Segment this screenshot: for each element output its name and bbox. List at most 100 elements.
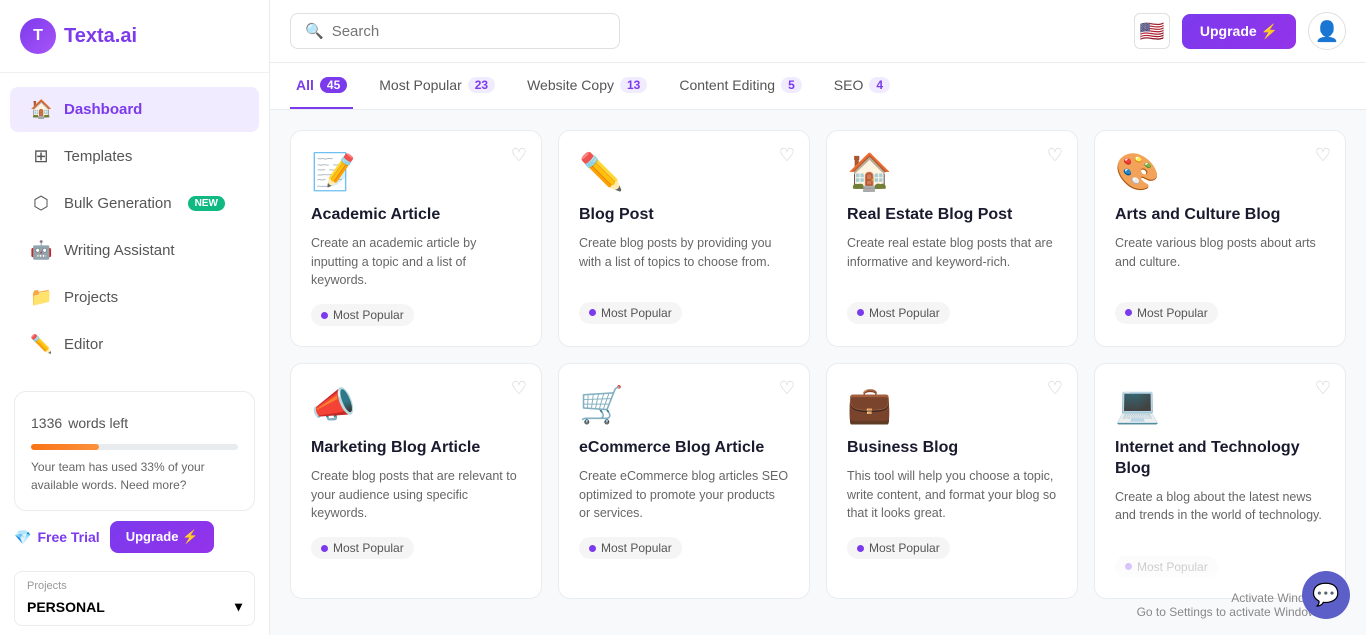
card-real-estate-blog-post[interactable]: ♡ 🏠 Real Estate Blog Post Create real es… (826, 130, 1078, 347)
badge-dot (321, 312, 328, 319)
badge-dot (1125, 309, 1132, 316)
card-desc: Create a blog about the latest news and … (1115, 488, 1325, 542)
progress-bar-fill (31, 444, 99, 450)
heart-icon[interactable]: ♡ (511, 378, 527, 399)
card-title: Blog Post (579, 205, 789, 226)
chat-button[interactable]: 💬 (1302, 571, 1350, 619)
logo-icon: T (20, 18, 56, 54)
sidebar-item-bulk-generation[interactable]: ⬡ Bulk Generation NEW (10, 181, 259, 226)
projects-icon: 📁 (30, 287, 52, 308)
card-desc: Create various blog posts about arts and… (1115, 234, 1325, 288)
tab-seo[interactable]: SEO 4 (828, 63, 896, 109)
tab-count-content-editing: 5 (781, 77, 802, 93)
writing-icon: 🤖 (30, 240, 52, 261)
projects-dropdown[interactable]: Projects PERSONAL ▾ (14, 571, 255, 626)
card-arts-culture-blog[interactable]: ♡ 🎨 Arts and Culture Blog Create various… (1094, 130, 1346, 347)
sidebar-nav: 🏠 Dashboard ⊞ Templates ⬡ Bulk Generatio… (0, 73, 269, 381)
card-emoji: 💼 (847, 384, 1057, 426)
editor-icon: ✏️ (30, 334, 52, 355)
upgrade-sidebar-button[interactable]: Upgrade ⚡ (110, 521, 215, 553)
heart-icon[interactable]: ♡ (1315, 378, 1331, 399)
sidebar-item-editor[interactable]: ✏️ Editor (10, 322, 259, 367)
card-emoji: 🏠 (847, 151, 1057, 193)
card-blog-post[interactable]: ♡ ✏️ Blog Post Create blog posts by prov… (558, 130, 810, 347)
card-business-blog[interactable]: ♡ 💼 Business Blog This tool will help yo… (826, 363, 1078, 599)
words-left-section: 1336 words left Your team has used 33% o… (14, 391, 255, 511)
card-emoji: 📣 (311, 384, 521, 426)
tab-count-most-popular: 23 (468, 77, 495, 93)
card-emoji: 🛒 (579, 384, 789, 426)
search-box[interactable]: 🔍 (290, 13, 620, 49)
user-icon: 👤 (1315, 19, 1340, 44)
home-icon: 🏠 (30, 99, 52, 120)
card-title: Academic Article (311, 205, 521, 226)
badge-dot (1125, 563, 1132, 570)
sidebar-item-label: Bulk Generation (64, 195, 172, 212)
card-title: Business Blog (847, 438, 1057, 459)
badge-dot (321, 545, 328, 552)
card-academic-article[interactable]: ♡ 📝 Academic Article Create an academic … (290, 130, 542, 347)
tab-most-popular[interactable]: Most Popular 23 (373, 63, 501, 109)
sidebar-item-dashboard[interactable]: 🏠 Dashboard (10, 87, 259, 132)
card-ecommerce-blog-article[interactable]: ♡ 🛒 eCommerce Blog Article Create eComme… (558, 363, 810, 599)
card-desc: Create eCommerce blog articles SEO optim… (579, 467, 789, 523)
sidebar-item-label: Editor (64, 336, 103, 353)
sidebar-item-label: Templates (64, 148, 132, 165)
card-badge: Most Popular (847, 302, 950, 324)
card-badge: Most Popular (311, 304, 414, 326)
logo-text: Texta.ai (64, 25, 137, 48)
sidebar-item-templates[interactable]: ⊞ Templates (10, 134, 259, 179)
words-count: 1336 words left (31, 408, 238, 434)
cards-area: ♡ 📝 Academic Article Create an academic … (270, 110, 1366, 635)
card-badge: Most Popular (847, 537, 950, 559)
card-desc: Create blog posts by providing you with … (579, 234, 789, 288)
sidebar-item-label: Dashboard (64, 101, 142, 118)
top-bar: 🔍 🇺🇸 Upgrade ⚡ 👤 (270, 0, 1366, 63)
card-badge: Most Popular (579, 302, 682, 324)
card-title: Internet and Technology Blog (1115, 438, 1325, 480)
projects-dropdown-value[interactable]: PERSONAL ▾ (15, 594, 254, 625)
card-badge: Most Popular (311, 537, 414, 559)
card-emoji: 🎨 (1115, 151, 1325, 193)
chevron-down-icon: ▾ (235, 598, 242, 615)
badge-dot (857, 309, 864, 316)
card-marketing-blog-article[interactable]: ♡ 📣 Marketing Blog Article Create blog p… (290, 363, 542, 599)
heart-icon[interactable]: ♡ (1047, 378, 1063, 399)
templates-icon: ⊞ (30, 146, 52, 167)
heart-icon[interactable]: ♡ (1315, 145, 1331, 166)
heart-icon[interactable]: ♡ (511, 145, 527, 166)
badge-dot (589, 545, 596, 552)
search-input[interactable] (332, 23, 605, 40)
sidebar-item-label: Projects (64, 289, 118, 306)
card-emoji: 💻 (1115, 384, 1325, 426)
tab-all[interactable]: All 45 (290, 63, 353, 109)
card-badge: Most Popular (1115, 556, 1218, 578)
tab-count-all: 45 (320, 77, 347, 93)
upgrade-top-button[interactable]: Upgrade ⚡ (1182, 14, 1296, 49)
sidebar-item-projects[interactable]: 📁 Projects (10, 275, 259, 320)
filter-tabs: All 45 Most Popular 23 Website Copy 13 C… (270, 63, 1366, 110)
card-title: Marketing Blog Article (311, 438, 521, 459)
cards-grid: ♡ 📝 Academic Article Create an academic … (290, 130, 1346, 599)
card-badge: Most Popular (1115, 302, 1218, 324)
language-flag-button[interactable]: 🇺🇸 (1134, 13, 1170, 49)
badge-dot (857, 545, 864, 552)
heart-icon[interactable]: ♡ (779, 378, 795, 399)
top-bar-right: 🇺🇸 Upgrade ⚡ 👤 (1134, 12, 1346, 50)
tab-content-editing[interactable]: Content Editing 5 (673, 63, 807, 109)
heart-icon[interactable]: ♡ (1047, 145, 1063, 166)
card-title: eCommerce Blog Article (579, 438, 789, 459)
sidebar-item-label: Writing Assistant (64, 242, 175, 259)
card-internet-technology-blog[interactable]: ♡ 💻 Internet and Technology Blog Create … (1094, 363, 1346, 599)
new-badge: NEW (188, 196, 225, 211)
free-trial-row: 💎 Free Trial Upgrade ⚡ (14, 521, 255, 553)
tab-website-copy[interactable]: Website Copy 13 (521, 63, 653, 109)
card-emoji: 📝 (311, 151, 521, 193)
heart-icon[interactable]: ♡ (779, 145, 795, 166)
user-account-button[interactable]: 👤 (1308, 12, 1346, 50)
tab-count-seo: 4 (869, 77, 890, 93)
tab-count-website-copy: 13 (620, 77, 647, 93)
card-desc: Create blog posts that are relevant to y… (311, 467, 521, 523)
sidebar-item-writing-assistant[interactable]: 🤖 Writing Assistant (10, 228, 259, 273)
card-title: Real Estate Blog Post (847, 205, 1057, 226)
